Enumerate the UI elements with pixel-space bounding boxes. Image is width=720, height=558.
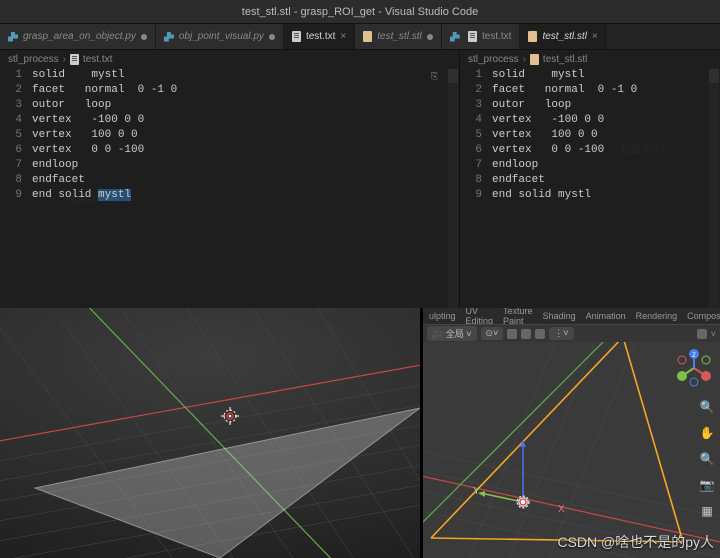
close-icon[interactable]: × bbox=[340, 31, 346, 42]
breadcrumb-root: stl_process bbox=[8, 54, 59, 65]
viewport-canvas bbox=[0, 308, 420, 558]
stl-file-icon bbox=[363, 31, 372, 42]
zoom-icon[interactable]: 🔍 bbox=[698, 450, 716, 468]
stl-file-icon bbox=[528, 31, 537, 42]
viewports-row: ulpting UV Editing Texture Paint Shading… bbox=[0, 308, 720, 558]
chevron-right-icon: › bbox=[523, 54, 526, 65]
text-file-icon bbox=[70, 54, 79, 65]
modified-dot-icon bbox=[427, 34, 433, 40]
tab-obj-point-visual[interactable]: obj_point_visual.py bbox=[156, 24, 284, 49]
workspace-tab[interactable]: Rendering bbox=[636, 311, 678, 321]
tool-icon[interactable]: ⋮˅ bbox=[549, 327, 573, 340]
snap-toggle[interactable] bbox=[507, 329, 517, 339]
editors-row: stl_process › test.txt 123456789 solid m… bbox=[0, 50, 720, 308]
chevron-right-icon: › bbox=[63, 54, 66, 65]
tab-test-stl-right[interactable]: test_stl.stl × bbox=[520, 24, 606, 49]
python-icon bbox=[450, 32, 460, 42]
tab-bar-left: grasp_area_on_object.py obj_point_visual… bbox=[0, 24, 460, 50]
line-gutter: 123456789 bbox=[460, 68, 492, 308]
close-icon[interactable]: × bbox=[592, 31, 598, 42]
workspace-tab[interactable]: Compositing bbox=[687, 311, 720, 321]
minimap-right[interactable] bbox=[688, 68, 720, 308]
editor-pane-left: stl_process › test.txt 123456789 solid m… bbox=[0, 50, 460, 308]
axis-label-x: X bbox=[558, 504, 565, 515]
axis-label-y: Y bbox=[473, 486, 480, 497]
window-title: test_stl.stl - grasp_ROI_get - Visual St… bbox=[242, 6, 478, 18]
viewport-3d-right[interactable]: ulpting UV Editing Texture Paint Shading… bbox=[423, 308, 720, 558]
tab-test-stl[interactable]: test_stl.stl bbox=[355, 24, 441, 49]
code-content[interactable]: solid mystlfacet normal 0 -1 0outor loop… bbox=[492, 68, 688, 308]
viewport-3d-left[interactable] bbox=[0, 308, 420, 558]
tab-test-txt[interactable]: test.txt × bbox=[284, 24, 355, 49]
mesh-edge bbox=[431, 342, 623, 538]
workspace-tab[interactable]: ulpting bbox=[429, 311, 456, 321]
pan-icon[interactable]: ✋ bbox=[698, 424, 716, 442]
orientation-dropdown[interactable]: 🎥 全局 ˅ bbox=[427, 326, 477, 341]
workspace-tab[interactable]: Shading bbox=[543, 311, 576, 321]
blender-workspace-tabs[interactable]: ulpting UV Editing Texture Paint Shading… bbox=[423, 308, 720, 324]
editor-pane-right: stl_process › test_stl.stl 123456789 sol… bbox=[460, 50, 720, 308]
tool-icon[interactable] bbox=[521, 329, 531, 339]
python-icon bbox=[8, 32, 18, 42]
viewport-side-toolbar: 🔍 ✋ 🔍 📷 ▦ bbox=[698, 398, 716, 520]
csdn-watermark: CSDN @啥也不是的py人 bbox=[557, 532, 714, 552]
camera-icon[interactable]: 📷 bbox=[698, 476, 716, 494]
modified-dot-icon bbox=[141, 34, 147, 40]
window-title-bar: test_stl.stl - grasp_ROI_get - Visual St… bbox=[0, 0, 720, 24]
text-file-icon bbox=[292, 31, 301, 42]
breadcrumb-left[interactable]: stl_process › test.txt bbox=[0, 50, 459, 68]
breadcrumb-file: test.txt bbox=[83, 54, 112, 65]
tool-icon[interactable] bbox=[535, 329, 545, 339]
stl-file-icon bbox=[530, 54, 539, 65]
python-icon bbox=[164, 32, 174, 42]
pivot-dropdown[interactable]: ⊙˅ bbox=[481, 327, 504, 340]
grid-icon[interactable]: ▦ bbox=[698, 502, 716, 520]
nav-gizmo[interactable]: Z bbox=[674, 348, 714, 388]
3d-cursor-icon bbox=[218, 404, 242, 431]
breadcrumb-file: test_stl.stl bbox=[543, 54, 587, 65]
workspace-tab[interactable]: Animation bbox=[586, 311, 626, 321]
minimap-icon[interactable]: ⎘ bbox=[431, 70, 438, 85]
code-editor-right[interactable]: 123456789 solid mystlfacet normal 0 -1 0… bbox=[460, 68, 720, 308]
svg-text:Z: Z bbox=[692, 353, 696, 359]
tab-hp-rotati[interactable]: hp_rotati… bbox=[442, 24, 460, 49]
breadcrumb-right[interactable]: stl_process › test_stl.stl bbox=[460, 50, 720, 68]
tab-bar-right: test.txt test_stl.stl × bbox=[460, 24, 720, 50]
line-gutter: 123456789 bbox=[0, 68, 32, 308]
text-file-icon bbox=[468, 31, 477, 42]
tab-test-txt-right[interactable]: test.txt bbox=[460, 24, 520, 49]
code-content[interactable]: solid mystlfacet normal 0 -1 0outor loop… bbox=[32, 68, 427, 308]
code-editor-left[interactable]: 123456789 solid mystlfacet normal 0 -1 0… bbox=[0, 68, 459, 308]
zoom-icon[interactable]: 🔍 bbox=[698, 398, 716, 416]
overlay-toggle[interactable] bbox=[697, 329, 707, 339]
minimap-left[interactable]: ⎘ bbox=[427, 68, 459, 308]
tab-grasp-area[interactable]: grasp_area_on_object.py bbox=[0, 24, 156, 49]
blender-toolbar[interactable]: 🎥 全局 ˅ ⊙˅ ⋮˅ ˅ bbox=[423, 324, 720, 342]
breadcrumb-root: stl_process bbox=[468, 54, 519, 65]
modified-dot-icon bbox=[269, 34, 275, 40]
